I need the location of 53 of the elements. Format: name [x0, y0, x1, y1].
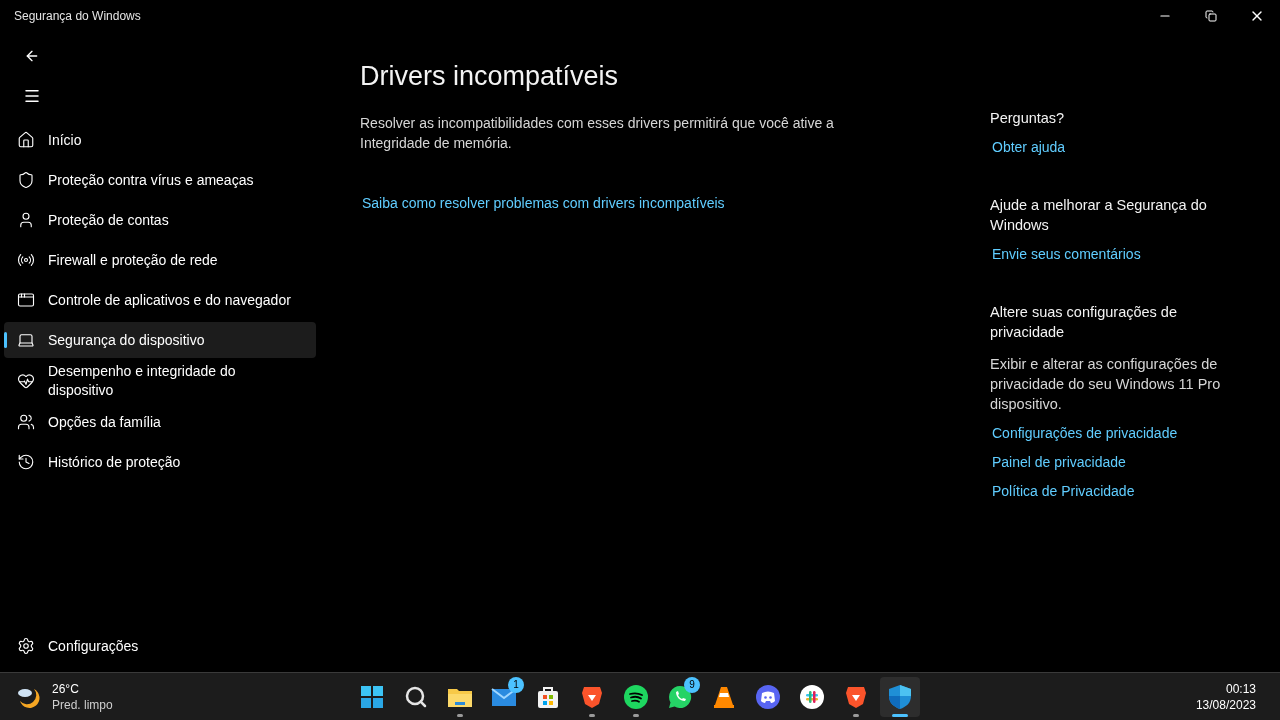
clock-time: 00:13 — [1225, 680, 1256, 697]
aside-link[interactable]: Painel de privacidade — [992, 452, 1250, 472]
window-title: Segurança do Windows — [14, 8, 141, 25]
hash-icon — [800, 684, 824, 709]
aside-link[interactable]: Política de Privacidade — [992, 481, 1250, 501]
restore-icon — [1205, 10, 1217, 22]
nav-item[interactable]: Proteção contra vírus e ameaças — [4, 162, 316, 198]
section-heading: Ajude a melhorar a Segurança do Windows — [990, 196, 1208, 235]
nav-item[interactable]: Início — [4, 122, 316, 158]
nav-item[interactable]: Proteção de contas — [4, 202, 316, 238]
four-squares-icon — [360, 684, 384, 709]
section-text: Exibir e alterar as configurações de privacidade do seu Windows 11 Pro dispositivo. — [990, 355, 1222, 414]
settings-item[interactable]: Configurações — [4, 628, 316, 664]
traffic-cone-icon — [713, 684, 735, 709]
people-icon — [17, 413, 35, 431]
history-icon — [17, 453, 35, 471]
taskbar-app[interactable]: 9 — [660, 676, 700, 717]
page-heading: Drivers incompatíveis — [360, 60, 620, 93]
aside-link[interactable]: Envie seus comentários — [992, 244, 1250, 264]
heart-pulse-icon — [17, 372, 35, 390]
aside-link[interactable]: Configurações de privacidade — [992, 423, 1250, 443]
envelope-icon — [491, 686, 517, 707]
description-text: Resolver as incompatibilidades com esses drivers permitirá que você ative a Integridade de memória. — [360, 113, 835, 153]
laptop-icon — [17, 331, 35, 349]
badge-count: 9 — [684, 676, 700, 693]
settings-icon — [17, 637, 35, 655]
controller-face-icon — [756, 684, 780, 709]
antenna-icon — [17, 251, 35, 269]
nav-item[interactable]: Segurança do dispositivo — [4, 322, 316, 358]
help-link[interactable]: Saiba como resolver problemas com drivers incompatíveis — [362, 192, 950, 214]
badge-count: 1 — [508, 676, 524, 693]
menu-icon — [23, 87, 41, 105]
taskbar-app[interactable] — [880, 676, 920, 717]
taskbar-app[interactable]: 1 — [484, 676, 524, 717]
sound-waves-icon — [624, 684, 648, 709]
nav-item[interactable]: Histórico de proteção — [4, 444, 316, 480]
temperature-text: 26°C — [52, 680, 80, 697]
aside-link[interactable]: Obter ajuda — [992, 137, 1250, 157]
window-icon — [17, 291, 35, 309]
nav-item[interactable]: Desempenho e integridade do dispositivo — [4, 362, 316, 400]
clock-date: 13/08/2023 — [1195, 696, 1256, 713]
shield-icon — [17, 171, 35, 189]
shopping-bag-icon — [536, 684, 560, 709]
nav-item[interactable]: Firewall e proteção de rede — [4, 242, 316, 278]
nav-item[interactable]: Controle de aplicativos e do navegador — [4, 282, 316, 318]
section-heading: Perguntas? — [990, 109, 1066, 128]
person-icon — [17, 211, 35, 229]
shield-icon — [888, 683, 912, 710]
nav-item[interactable]: Opções da família — [4, 404, 316, 440]
home-icon — [17, 131, 35, 149]
search-icon — [404, 684, 428, 709]
section-heading: Altere suas configurações de privacidade — [990, 303, 1178, 342]
weather-condition: Pred. limpo — [52, 696, 113, 713]
